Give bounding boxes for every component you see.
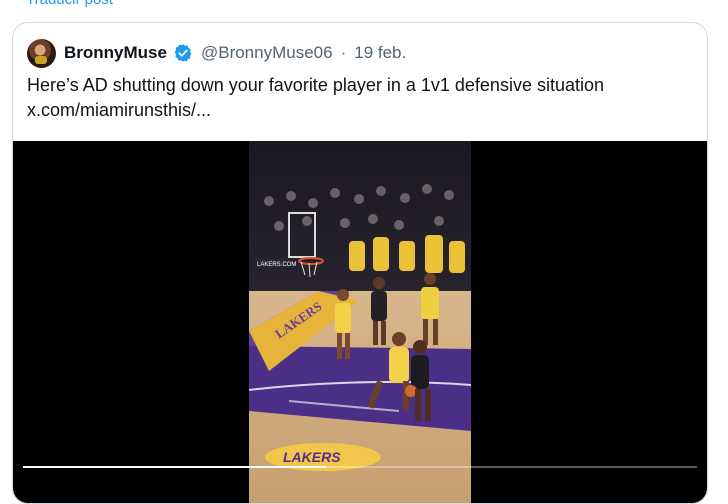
video-progress-fill [23,466,327,468]
video-frame[interactable]: LAKERS.COM LAKERS LAKERS [249,141,471,503]
meta-separator: · [340,43,347,62]
video-player[interactable]: LAKERS.COM LAKERS LAKERS [13,141,707,503]
tweet-header: BronnyMuse @BronnyMuse06 · 19 feb. [27,37,406,69]
basketball-scene-image: LAKERS.COM LAKERS LAKERS [249,141,471,503]
tweet-text: Here’s AD shutting down your favorite pl… [27,73,697,123]
avatar[interactable] [27,38,56,68]
tweet-link[interactable]: x.com/miamirunsthis/... [27,98,697,123]
author-handle[interactable]: @BronnyMuse06 [201,43,333,63]
video-progress-bar[interactable] [23,466,697,468]
court-logo-text: LAKERS [283,449,341,465]
translate-post-link[interactable]: Traducir post [26,0,113,8]
author-name[interactable]: BronnyMuse [64,43,167,63]
verified-badge-icon [174,44,192,62]
quoted-tweet-card[interactable]: BronnyMuse @BronnyMuse06 · 19 feb. Here’… [12,22,708,504]
tweet-text-line: Here’s AD shutting down your favorite pl… [27,75,604,95]
tweet-date[interactable]: 19 feb. [354,43,406,63]
court-board-text: LAKERS.COM [257,262,296,268]
